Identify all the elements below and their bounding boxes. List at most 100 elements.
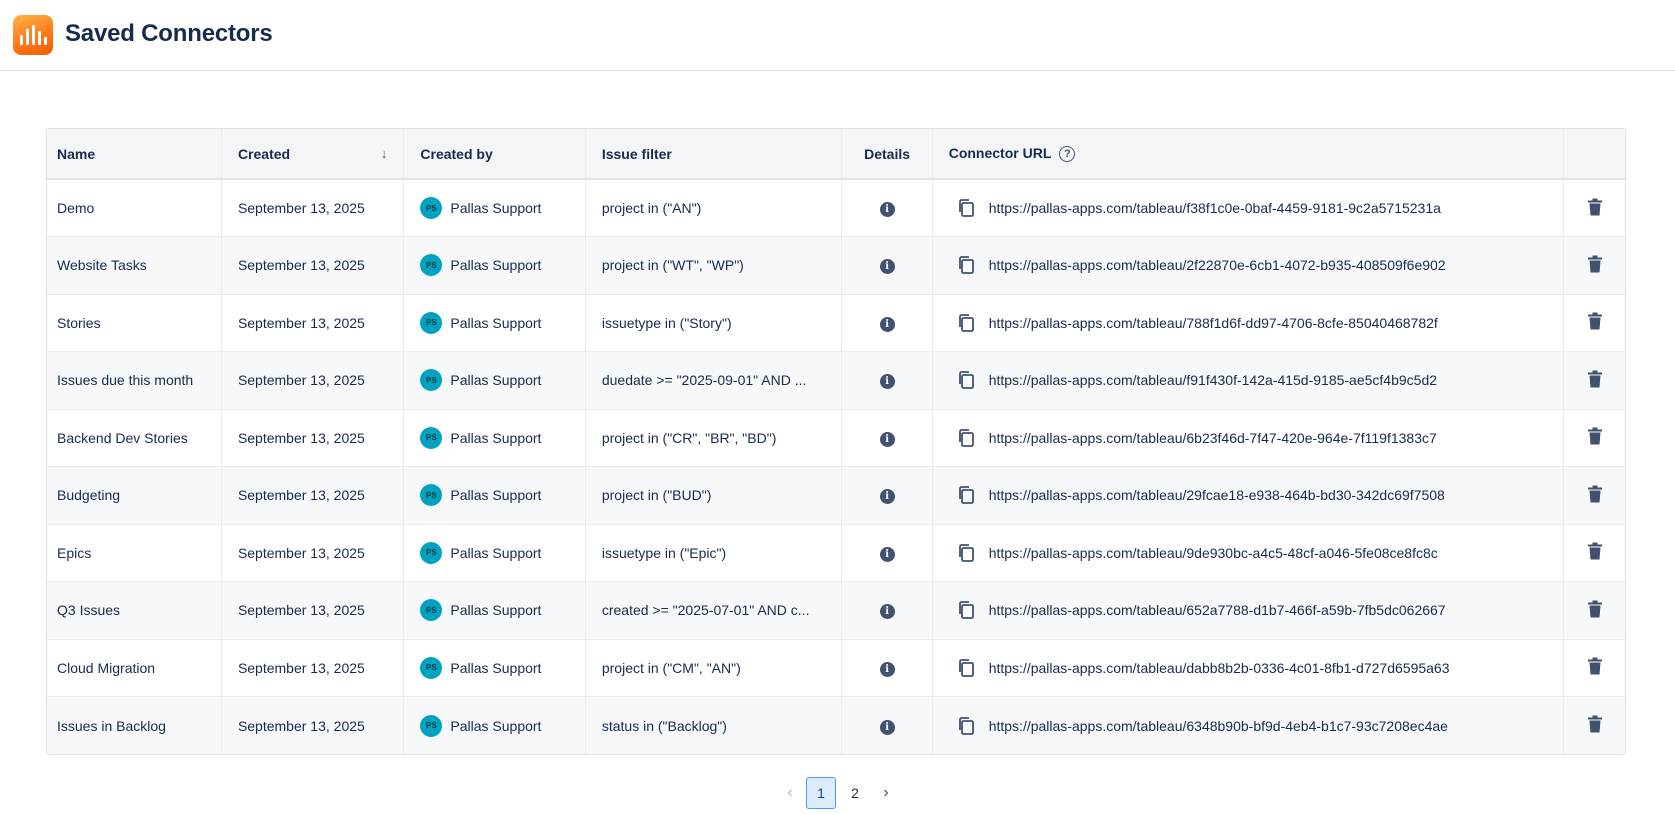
column-header-name[interactable]: Name [47, 129, 222, 180]
connector-url-cell: https://pallas-apps.com/tableau/dabb8b2b… [932, 639, 1565, 697]
table-row: Demo September 13, 2025 PS Pallas Support pr… [47, 179, 1625, 237]
issue-filter: created >= "2025-07-01" AND c... [585, 581, 843, 640]
connector-url-cell: https://pallas-apps.com/tableau/f38f1c0e… [932, 179, 1565, 237]
info-icon[interactable]: i [879, 489, 895, 505]
info-icon[interactable]: i [879, 374, 895, 390]
info-icon[interactable]: i [879, 316, 895, 332]
chevron-left-icon[interactable]: ‹ [776, 784, 804, 802]
copy-icon[interactable] [957, 428, 975, 448]
arrow-down-icon[interactable]: ↓ [381, 146, 388, 161]
created-by-cell: PS Pallas Support [403, 179, 586, 237]
connector-url[interactable]: https://pallas-apps.com/tableau/f38f1c0e… [989, 200, 1441, 216]
trash-icon[interactable] [1587, 542, 1603, 560]
copy-icon[interactable] [957, 313, 975, 333]
details-cell: i [841, 351, 933, 410]
chevron-right-icon[interactable]: › [872, 784, 900, 802]
info-icon[interactable]: i [879, 431, 895, 447]
created-by-cell: PS Pallas Support [403, 639, 586, 697]
delete-cell [1563, 524, 1625, 582]
connector-url[interactable]: https://pallas-apps.com/tableau/6348b90b… [989, 718, 1448, 734]
connector-url[interactable]: https://pallas-apps.com/tableau/29fcae18… [989, 487, 1445, 503]
connector-url-cell: https://pallas-apps.com/tableau/f91f430f… [932, 351, 1565, 410]
page-button-1[interactable]: 1 [806, 777, 836, 809]
issue-filter: project in ("WT", "WP") [585, 236, 843, 295]
issue-filter: issuetype in ("Epic") [585, 524, 843, 582]
delete-cell [1563, 639, 1625, 697]
table-row: Backend Dev Stories September 13, 2025 PS P… [47, 409, 1625, 467]
connector-url[interactable]: https://pallas-apps.com/tableau/9de930bc… [989, 545, 1438, 561]
copy-icon[interactable] [957, 198, 975, 218]
details-cell: i [841, 466, 933, 525]
connector-url[interactable]: https://pallas-apps.com/tableau/2f22870e… [989, 257, 1446, 273]
delete-cell [1563, 409, 1625, 467]
copy-icon[interactable] [957, 716, 975, 736]
connector-url-cell: https://pallas-apps.com/tableau/2f22870e… [932, 236, 1565, 295]
trash-icon[interactable] [1587, 370, 1603, 388]
created-date: September 13, 2025 [221, 409, 405, 467]
created-date: September 13, 2025 [221, 581, 405, 640]
info-icon[interactable]: i [879, 604, 895, 620]
connector-url[interactable]: https://pallas-apps.com/tableau/f91f430f… [989, 372, 1437, 388]
top-bar: Saved Connectors [0, 0, 1675, 71]
avatar: PS [420, 541, 443, 564]
column-header-issue-filter[interactable]: Issue filter [585, 129, 843, 180]
connector-url-cell: https://pallas-apps.com/tableau/788f1d6f… [932, 294, 1565, 352]
copy-icon[interactable] [957, 543, 975, 563]
trash-icon[interactable] [1587, 427, 1603, 445]
created-by-name: Pallas Support [450, 429, 542, 446]
connector-url-cell: https://pallas-apps.com/tableau/6348b90b… [932, 696, 1565, 754]
avatar: PS [420, 714, 443, 737]
table-row: Cloud Migration September 13, 2025 PS Palla… [47, 639, 1625, 697]
connector-url[interactable]: https://pallas-apps.com/tableau/6b23f46d… [989, 430, 1437, 446]
trash-icon[interactable] [1587, 485, 1603, 503]
avatar: PS [420, 254, 443, 277]
created-by-name: Pallas Support [450, 544, 542, 561]
column-header-created-by[interactable]: Created by [403, 129, 586, 180]
column-header-connector-url: Connector URL? [932, 129, 1565, 180]
page-button-2[interactable]: 2 [840, 777, 870, 809]
info-icon[interactable]: i [879, 259, 895, 275]
trash-icon[interactable] [1587, 198, 1603, 216]
created-by-name: Pallas Support [450, 659, 542, 676]
copy-icon[interactable] [957, 485, 975, 505]
connector-name[interactable]: Issues due this month [47, 351, 222, 410]
trash-icon[interactable] [1587, 255, 1603, 273]
connector-url[interactable]: https://pallas-apps.com/tableau/788f1d6f… [989, 315, 1438, 331]
trash-icon[interactable] [1587, 657, 1603, 675]
connector-name[interactable]: Q3 Issues [47, 581, 222, 640]
connector-name[interactable]: Budgeting [47, 466, 222, 525]
connector-url[interactable]: https://pallas-apps.com/tableau/dabb8b2b… [989, 660, 1450, 676]
trash-icon[interactable] [1587, 600, 1603, 618]
delete-cell [1563, 696, 1625, 754]
connector-name[interactable]: Issues in Backlog [47, 696, 222, 754]
created-by-cell: PS Pallas Support [403, 696, 586, 754]
trash-icon[interactable] [1587, 715, 1603, 733]
connector-name[interactable]: Epics [47, 524, 222, 582]
info-icon[interactable]: i [879, 719, 895, 735]
connector-url[interactable]: https://pallas-apps.com/tableau/652a7788… [989, 602, 1446, 618]
column-header-label: Name [57, 145, 96, 162]
created-by-name: Pallas Support [450, 257, 542, 274]
info-icon[interactable]: i [879, 661, 895, 677]
copy-icon[interactable] [957, 600, 975, 620]
column-header-created[interactable]: Created ↓ [221, 129, 405, 180]
avatar: PS [420, 599, 443, 622]
details-cell: i [841, 294, 933, 352]
connector-name[interactable]: Stories [47, 294, 222, 352]
connector-name[interactable]: Website Tasks [47, 236, 222, 295]
connector-name[interactable]: Cloud Migration [47, 639, 222, 697]
copy-icon[interactable] [957, 370, 975, 390]
copy-icon[interactable] [957, 658, 975, 678]
info-icon[interactable]: i [879, 546, 895, 562]
created-by-name: Pallas Support [450, 372, 542, 389]
connector-name[interactable]: Demo [47, 179, 222, 237]
copy-icon[interactable] [957, 255, 975, 275]
created-by-cell: PS Pallas Support [403, 524, 586, 582]
connector-name[interactable]: Backend Dev Stories [47, 409, 222, 467]
question-circle-icon[interactable]: ? [1059, 146, 1076, 163]
details-cell: i [841, 524, 933, 582]
issue-filter: project in ("AN") [585, 179, 843, 237]
info-icon[interactable]: i [879, 202, 895, 217]
trash-icon[interactable] [1587, 312, 1603, 330]
issue-filter: issuetype in ("Story") [585, 294, 843, 352]
